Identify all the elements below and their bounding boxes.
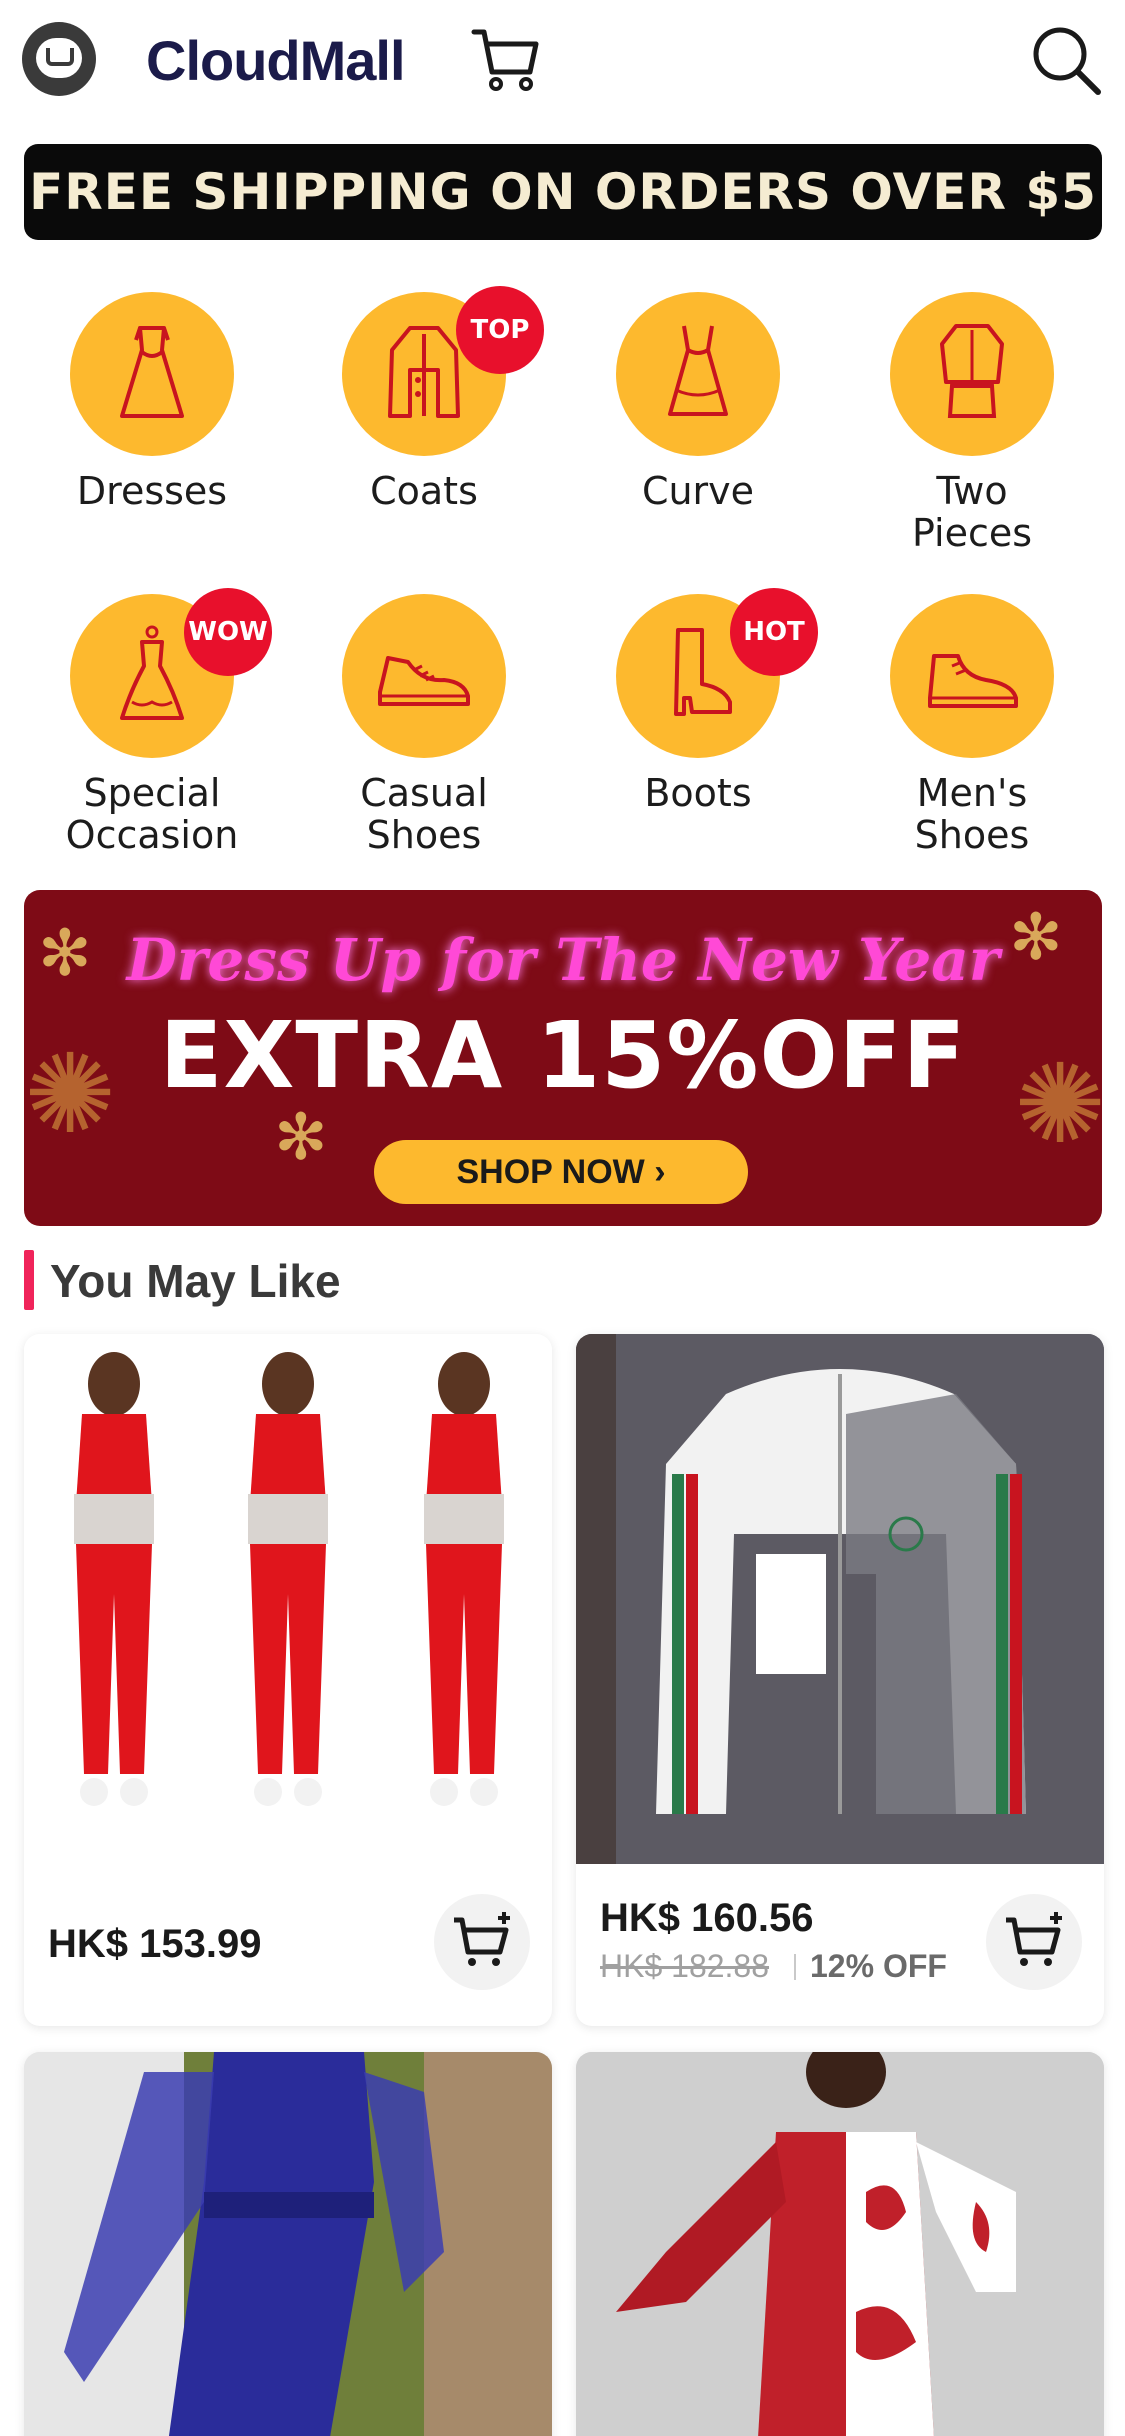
- section-accent-bar: [24, 1250, 34, 1310]
- mens-shoe-icon: [890, 594, 1054, 758]
- free-shipping-banner[interactable]: FREE SHIPPING ON ORDERS OVER $5: [24, 144, 1102, 240]
- category-dresses[interactable]: Dresses: [42, 292, 262, 512]
- product-card[interactable]: [24, 2052, 552, 2436]
- shop-now-button[interactable]: SHOP NOW ›: [374, 1140, 748, 1204]
- category-label: Casual Shoes: [360, 771, 488, 857]
- product-price: HK$ 160.56: [600, 1896, 814, 1940]
- snowflake-icon: ✻: [274, 1101, 328, 1173]
- category-label: Curve: [641, 469, 755, 513]
- category-label: Boots: [644, 771, 752, 815]
- free-shipping-text: FREE SHIPPING ON ORDERS OVER $5: [29, 163, 1097, 221]
- category-casual-shoes[interactable]: Casual Shoes: [314, 594, 534, 856]
- wow-badge: WOW: [184, 588, 272, 676]
- add-cart-icon: [454, 1912, 510, 1966]
- category-label: Two Pieces: [911, 469, 1033, 555]
- category-special-occasion[interactable]: WOW Special Occasion: [42, 588, 272, 857]
- product-image[interactable]: [576, 1334, 1104, 1864]
- search-icon[interactable]: [1030, 24, 1102, 96]
- sneaker-icon: [342, 594, 506, 758]
- price-separator: [794, 1954, 796, 1980]
- add-to-cart-button[interactable]: [986, 1894, 1082, 1990]
- curve-dress-icon: [616, 292, 780, 456]
- cloudmall-logo-icon[interactable]: [22, 22, 96, 96]
- add-to-cart-button[interactable]: [434, 1894, 530, 1990]
- promo-headline: EXTRA 15%OFF: [159, 1002, 967, 1109]
- category-label: Dresses: [76, 469, 228, 513]
- cart-icon[interactable]: [470, 26, 542, 94]
- section-title: You May Like: [50, 1255, 341, 1307]
- product-card[interactable]: [576, 2052, 1104, 2436]
- dress-icon: [70, 292, 234, 456]
- add-cart-icon: [1006, 1912, 1062, 1966]
- category-label: Men's Shoes: [914, 771, 1030, 857]
- product-card[interactable]: HK$ 160.56 HK$ 182.88 12% OFF: [576, 1334, 1104, 2026]
- model-figure: [74, 1352, 154, 1806]
- hot-badge: HOT: [730, 588, 818, 676]
- product-price: HK$ 153.99: [48, 1922, 262, 1966]
- app-title[interactable]: CloudMall: [146, 28, 406, 93]
- product-image[interactable]: [24, 1334, 552, 1864]
- discount-label: 12% OFF: [810, 1948, 947, 1984]
- category-mens-shoes[interactable]: Men's Shoes: [862, 594, 1082, 856]
- category-label: Coats: [370, 469, 478, 513]
- new-year-promo-banner[interactable]: ✻ ✻ ✻ ✺ ✺ Dress Up for The New Year EXTR…: [24, 890, 1102, 1226]
- category-label: Special Occasion: [65, 771, 239, 857]
- app-header: CloudMall: [0, 0, 1125, 124]
- promo-script-text: Dress Up for The New Year: [126, 926, 1000, 994]
- category-two-pieces[interactable]: Two Pieces: [862, 292, 1082, 554]
- category-curve[interactable]: Curve: [588, 292, 808, 512]
- product-card[interactable]: HK$ 153.99: [24, 1334, 552, 2026]
- top-badge: TOP: [456, 286, 544, 374]
- original-price: HK$ 182.88: [600, 1948, 770, 1984]
- product-image[interactable]: [576, 2052, 1104, 2436]
- two-pieces-icon: [890, 292, 1054, 456]
- product-image[interactable]: [24, 2052, 552, 2436]
- category-boots[interactable]: HOT Boots: [588, 588, 818, 815]
- category-coats[interactable]: TOP Coats: [314, 286, 544, 513]
